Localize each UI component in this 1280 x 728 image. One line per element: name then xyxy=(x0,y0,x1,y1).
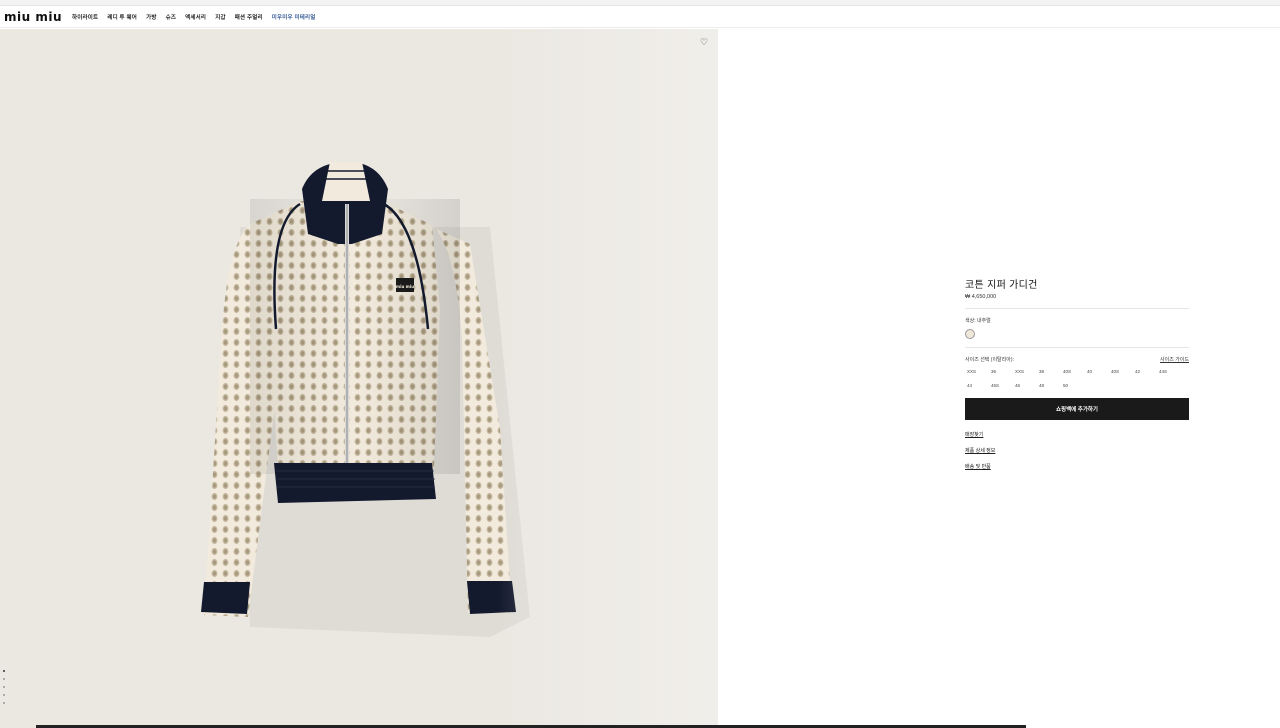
nav-item-highlights[interactable]: 하이라이트 xyxy=(72,13,98,21)
size-option[interactable]: 40 xyxy=(1085,369,1109,374)
size-option[interactable]: 40S xyxy=(1109,369,1133,374)
divider xyxy=(965,347,1189,348)
product-links: 매장찾기 제품 상세 정보 배송 및 반품 xyxy=(965,431,1189,470)
size-header: 사이즈 선택 (이탈리아): 사이즈 가이드 xyxy=(965,356,1189,363)
divider xyxy=(965,308,1189,309)
size-option[interactable]: 46S xyxy=(989,383,1013,388)
size-option[interactable]: 40S xyxy=(1061,369,1085,374)
nav-item-ready-to-wear[interactable]: 레디 투 웨어 xyxy=(107,13,137,21)
size-option[interactable]: 46 xyxy=(1013,383,1037,388)
site-header: miu miu 하이라이트 레디 투 웨어 가방 슈즈 액세서리 지갑 패션 주… xyxy=(0,6,1280,28)
nav-item-fashion-jewelry[interactable]: 패션 주얼리 xyxy=(235,13,263,21)
size-option[interactable]: 50 xyxy=(1061,383,1085,388)
size-option[interactable]: 42 xyxy=(1133,369,1157,374)
color-label: 색상: 내추럴 xyxy=(965,318,991,324)
size-option[interactable]: 44 xyxy=(965,383,989,388)
product-info-panel: 코튼 지퍼 가디건 ₩ 4,650,000 색상: 내추럴 사이즈 선택 (이탈… xyxy=(965,276,1189,470)
color-swatch-natural[interactable] xyxy=(965,329,975,339)
size-option[interactable]: 44S xyxy=(1157,369,1181,374)
size-option[interactable]: XXS xyxy=(1013,369,1037,374)
nav-item-wallets[interactable]: 지갑 xyxy=(215,13,226,21)
nav-item-accessories[interactable]: 액세서리 xyxy=(185,13,206,21)
store-locator-link[interactable]: 매장찾기 xyxy=(965,431,1189,438)
nav-item-bags[interactable]: 가방 xyxy=(146,13,157,21)
brand-logo[interactable]: miu miu xyxy=(4,10,62,24)
gallery-dot[interactable] xyxy=(3,694,5,696)
gallery-dot[interactable] xyxy=(3,670,5,672)
size-option[interactable]: 48 xyxy=(1037,383,1061,388)
size-guide-link[interactable]: 사이즈 가이드 xyxy=(1160,356,1189,363)
product-image: miu miu xyxy=(201,162,530,637)
right-cuff xyxy=(467,581,516,614)
product-price: ₩ 4,650,000 xyxy=(965,294,997,300)
waistband xyxy=(274,463,436,503)
size-options: XXS 36 XXS 38 40S 40 40S 42 44S 44 46S 4… xyxy=(965,369,1189,388)
svg-text:miu miu: miu miu xyxy=(396,284,414,289)
gallery-dot[interactable] xyxy=(3,686,5,688)
left-cuff xyxy=(201,582,250,614)
gallery-dot[interactable] xyxy=(3,678,5,680)
gallery-dot[interactable] xyxy=(3,702,5,704)
product-title: 코튼 지퍼 가디건 xyxy=(965,280,1038,291)
size-label: 사이즈 선택 (이탈리아): xyxy=(965,357,1014,363)
main-nav: 하이라이트 레디 투 웨어 가방 슈즈 액세서리 지갑 패션 주얼리 미우미우 … xyxy=(72,13,316,21)
add-to-bag-button[interactable]: 쇼핑백에 추가하기 xyxy=(965,398,1189,420)
nav-item-miu-miu-material[interactable]: 미우미우 미테리얼 xyxy=(272,13,316,21)
product-details-link[interactable]: 제품 상세 정보 xyxy=(965,447,1189,454)
gallery-pagination xyxy=(3,670,5,704)
product-image-gallery[interactable]: miu miu xyxy=(0,29,718,728)
shipping-returns-link[interactable]: 배송 및 반품 xyxy=(965,463,1189,470)
size-option[interactable]: 38 xyxy=(1037,369,1061,374)
nav-item-shoes[interactable]: 슈즈 xyxy=(166,13,177,21)
size-option[interactable]: XXS xyxy=(965,369,989,374)
heart-icon[interactable]: ♡ xyxy=(699,37,709,47)
size-option[interactable]: 36 xyxy=(989,369,1013,374)
